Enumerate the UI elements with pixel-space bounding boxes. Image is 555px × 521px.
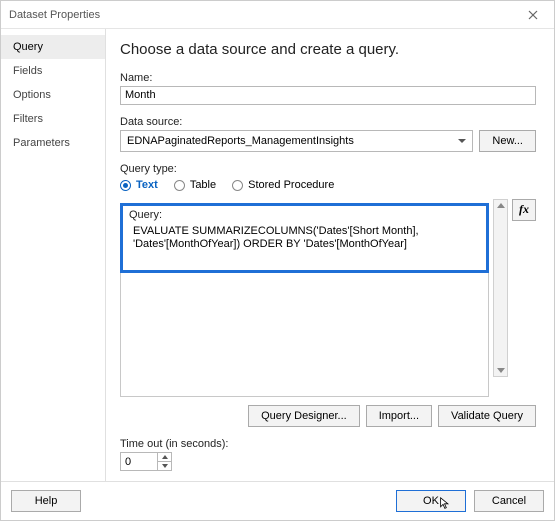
- spinner-buttons: [157, 453, 171, 470]
- name-label: Name:: [120, 72, 536, 84]
- name-input[interactable]: [120, 86, 536, 105]
- radio-text[interactable]: Text: [120, 179, 158, 191]
- query-designer-button[interactable]: Query Designer...: [248, 405, 360, 427]
- sidebar-item-label: Options: [13, 89, 51, 101]
- cancel-button[interactable]: Cancel: [474, 490, 544, 512]
- radio-label: Table: [190, 179, 216, 191]
- main-panel: Choose a data source and create a query.…: [106, 29, 554, 481]
- import-button[interactable]: Import...: [366, 405, 432, 427]
- chevron-down-icon: [162, 464, 168, 468]
- sidebar-item-label: Fields: [13, 65, 42, 77]
- radio-dot-icon: [232, 180, 243, 191]
- spinner-down[interactable]: [158, 462, 171, 470]
- dialog-footer: Help OK Cancel: [1, 481, 554, 520]
- scroll-up-icon: [497, 203, 505, 208]
- query-type-label: Query type:: [120, 163, 536, 175]
- dialog-window: Dataset Properties Query Fields Options …: [0, 0, 555, 521]
- sidebar-item-options[interactable]: Options: [1, 83, 105, 107]
- expression-button[interactable]: fx: [512, 199, 536, 221]
- query-scrollbar[interactable]: [493, 199, 508, 377]
- radio-label: Text: [136, 179, 158, 191]
- timeout-value[interactable]: [121, 453, 157, 470]
- close-button[interactable]: [518, 5, 548, 25]
- datasource-value: EDNAPaginatedReports_ManagementInsights: [127, 135, 354, 147]
- radio-dot-icon: [120, 180, 131, 191]
- timeout-label: Time out (in seconds):: [120, 438, 536, 450]
- query-label: Query:: [129, 209, 480, 221]
- scroll-down-icon: [497, 368, 505, 373]
- cursor-icon: [439, 497, 452, 510]
- sidebar-item-filters[interactable]: Filters: [1, 107, 105, 131]
- query-type-group: Text Table Stored Procedure: [120, 179, 536, 191]
- page-heading: Choose a data source and create a query.: [120, 41, 536, 58]
- sidebar-item-label: Query: [13, 41, 43, 53]
- sidebar-item-label: Parameters: [13, 137, 70, 149]
- radio-dot-icon: [174, 180, 185, 191]
- new-datasource-button[interactable]: New...: [479, 130, 536, 152]
- validate-query-button[interactable]: Validate Query: [438, 405, 536, 427]
- radio-stored-procedure[interactable]: Stored Procedure: [232, 179, 334, 191]
- titlebar: Dataset Properties: [1, 1, 554, 29]
- help-button[interactable]: Help: [11, 490, 81, 512]
- timeout-spinner[interactable]: [120, 452, 172, 471]
- datasource-label: Data source:: [120, 116, 536, 128]
- radio-table[interactable]: Table: [174, 179, 216, 191]
- category-sidebar: Query Fields Options Filters Parameters: [1, 29, 106, 481]
- query-text-preview: EVALUATE SUMMARIZECOLUMNS('Dates'[Short …: [129, 223, 480, 265]
- radio-label: Stored Procedure: [248, 179, 334, 191]
- ok-button[interactable]: OK: [396, 490, 466, 512]
- spinner-up[interactable]: [158, 453, 171, 462]
- sidebar-item-label: Filters: [13, 113, 43, 125]
- datasource-dropdown[interactable]: EDNAPaginatedReports_ManagementInsights: [120, 130, 473, 152]
- dialog-title: Dataset Properties: [9, 9, 100, 21]
- query-highlight-box: Query: EVALUATE SUMMARIZECOLUMNS('Dates'…: [120, 203, 489, 274]
- sidebar-item-fields[interactable]: Fields: [1, 59, 105, 83]
- chevron-up-icon: [162, 455, 168, 459]
- sidebar-item-parameters[interactable]: Parameters: [1, 131, 105, 155]
- query-textarea[interactable]: [120, 273, 489, 397]
- sidebar-item-query[interactable]: Query: [1, 35, 105, 59]
